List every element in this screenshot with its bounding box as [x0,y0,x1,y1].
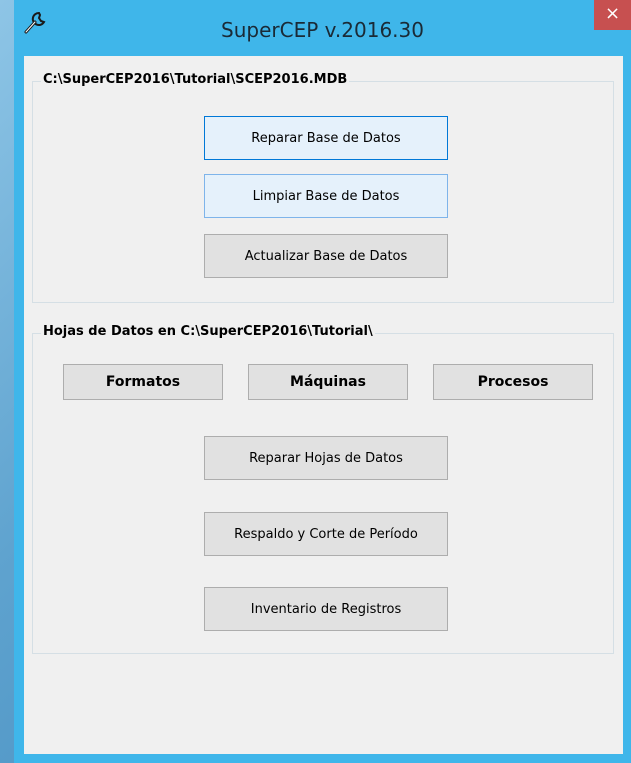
formats-button[interactable]: Formatos [63,364,223,400]
clean-database-button[interactable]: Limpiar Base de Datos [204,174,448,218]
datasheets-group: Hojas de Datos en C:\SuperCEP2016\Tutori… [32,324,614,654]
repair-database-button[interactable]: Reparar Base de Datos [204,116,448,160]
title-bar[interactable]: SuperCEP v.2016.30 × [14,0,631,48]
close-button[interactable]: × [594,0,631,30]
repair-datasheets-button[interactable]: Reparar Hojas de Datos [204,436,448,480]
database-group: C:\SuperCEP2016\Tutorial\SCEP2016.MDB Re… [32,72,614,303]
client-area: C:\SuperCEP2016\Tutorial\SCEP2016.MDB Re… [24,56,623,754]
app-window: SuperCEP v.2016.30 × C:\SuperCEP2016\Tut… [14,0,631,763]
update-database-button[interactable]: Actualizar Base de Datos [204,234,448,278]
datasheets-path-label: Hojas de Datos en C:\SuperCEP2016\Tutori… [41,324,375,339]
backup-period-cut-button[interactable]: Respaldo y Corte de Período [204,512,448,556]
records-inventory-button[interactable]: Inventario de Registros [204,587,448,631]
machines-button[interactable]: Máquinas [248,364,408,400]
database-path-label: C:\SuperCEP2016\Tutorial\SCEP2016.MDB [41,72,350,87]
window-title: SuperCEP v.2016.30 [221,18,424,42]
processes-button[interactable]: Procesos [433,364,593,400]
